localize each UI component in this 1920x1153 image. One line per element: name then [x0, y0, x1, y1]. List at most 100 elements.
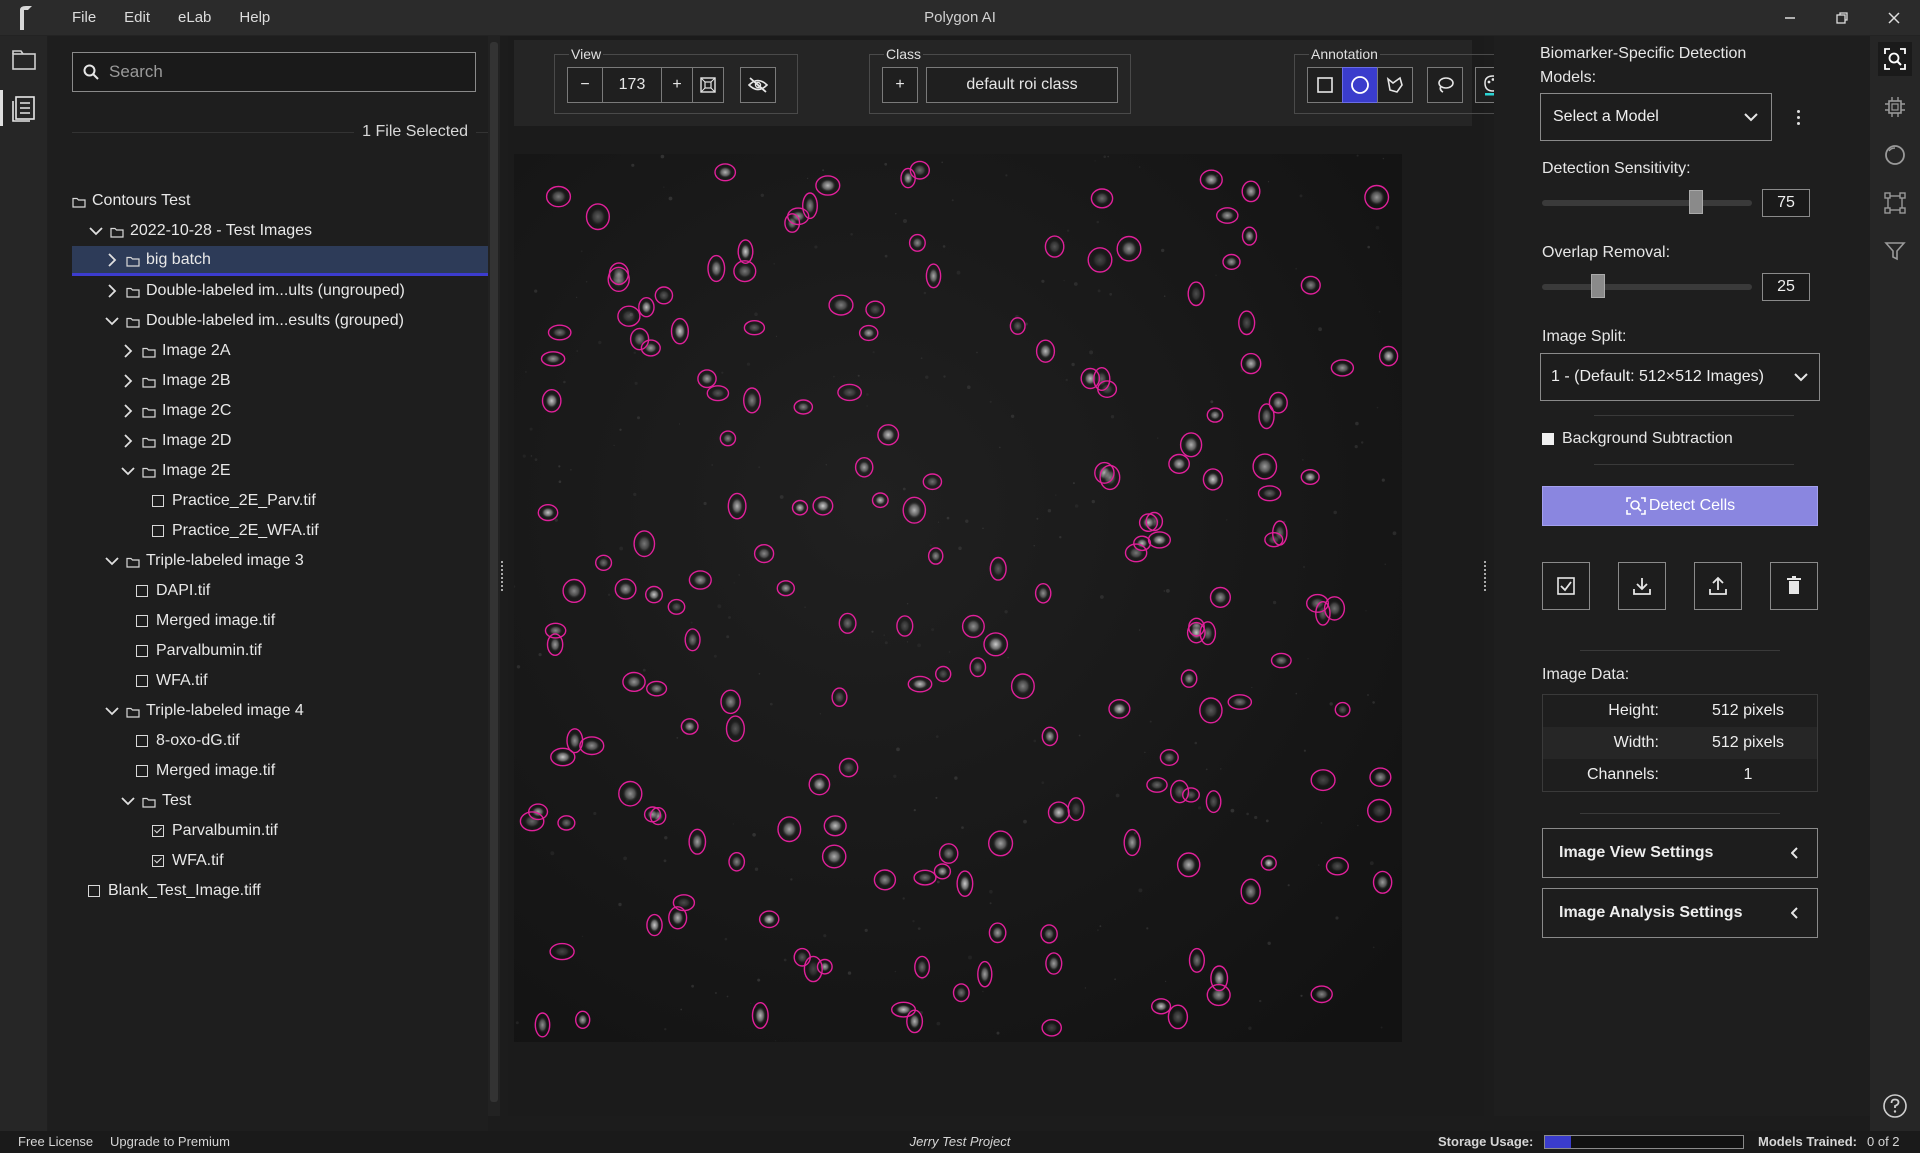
rectangle-tool-button[interactable]	[1307, 67, 1343, 103]
chevron-right-icon[interactable]	[104, 283, 120, 299]
tree-file[interactable]: Practice_2E_Parv.tif	[72, 486, 488, 516]
tree-folder[interactable]: Image 2C	[72, 396, 488, 426]
search-input[interactable]	[109, 62, 475, 82]
overlap-value[interactable]: 25	[1762, 273, 1810, 301]
checkbox-box[interactable]	[1542, 433, 1554, 445]
chevron-down-icon[interactable]	[104, 703, 120, 719]
close-button[interactable]	[1868, 0, 1920, 36]
menu-file[interactable]: File	[72, 0, 114, 36]
tree-folder[interactable]: big batch	[72, 246, 488, 276]
fit-to-screen-button[interactable]	[692, 67, 724, 103]
ellipse-tool-button[interactable]	[1342, 67, 1378, 103]
chevron-right-icon[interactable]	[120, 433, 136, 449]
tree-file[interactable]: Practice_2E_WFA.tif	[72, 516, 488, 546]
help-button[interactable]	[1878, 1089, 1912, 1123]
polygon-tool-button[interactable]	[1377, 67, 1413, 103]
tree-file[interactable]: Parvalbumin.tif	[72, 816, 488, 846]
tree-file[interactable]: Blank_Test_Image.tiff	[72, 876, 488, 906]
select-all-button[interactable]	[1542, 562, 1590, 610]
tree-folder[interactable]: Image 2B	[72, 366, 488, 396]
detect-cells-label: Detect Cells	[1648, 497, 1736, 514]
model-tool-button[interactable]	[1878, 90, 1912, 124]
overlap-slider[interactable]	[1542, 274, 1752, 298]
project-view-button[interactable]	[0, 84, 48, 132]
add-class-button[interactable]: +	[882, 67, 918, 103]
left-splitter[interactable]	[497, 36, 507, 1116]
splitter-grip[interactable]	[501, 561, 503, 591]
tree-file[interactable]: Merged image.tif	[72, 756, 488, 786]
chevron-right-icon[interactable]	[104, 252, 120, 268]
zoom-level-field[interactable]: 173	[602, 67, 662, 103]
minimize-button[interactable]	[1764, 0, 1816, 36]
detect-tool-button[interactable]	[1878, 42, 1912, 76]
chevron-down-icon[interactable]	[104, 553, 120, 569]
class-selector[interactable]: default roi class	[926, 67, 1118, 103]
tree-file[interactable]: WFA.tif	[72, 846, 488, 876]
tree-file[interactable]: WFA.tif	[72, 666, 488, 696]
slider-handle[interactable]	[1689, 190, 1703, 214]
checkbox-checked-icon[interactable]	[152, 855, 164, 867]
filter-tool-button[interactable]	[1878, 234, 1912, 268]
tree-file[interactable]: DAPI.tif	[72, 576, 488, 606]
checkbox-icon[interactable]	[136, 615, 148, 627]
model-select[interactable]: Select a Model	[1540, 93, 1772, 141]
menu-edit[interactable]: Edit	[124, 0, 168, 36]
menu-help[interactable]: Help	[239, 0, 288, 36]
image-analysis-settings-button[interactable]: Image Analysis Settings	[1542, 888, 1818, 938]
transform-tool-button[interactable]	[1878, 186, 1912, 220]
tree-folder[interactable]: Double-labeled im...esults (grouped)	[72, 306, 488, 336]
tree-file[interactable]: Parvalbumin.tif	[72, 636, 488, 666]
image-split-select[interactable]: 1 - (Default: 512×512 Images)	[1540, 353, 1820, 401]
files-view-button[interactable]	[0, 36, 48, 84]
model-options-button[interactable]	[1790, 102, 1806, 132]
download-button[interactable]	[1618, 562, 1666, 610]
viewer-toolbar: View − 173 + Class + default roi class A…	[514, 40, 1526, 126]
upload-button[interactable]	[1694, 562, 1742, 610]
lasso-tool-button[interactable]	[1427, 67, 1463, 103]
chevron-right-icon[interactable]	[120, 343, 136, 359]
tree-folder[interactable]: Image 2D	[72, 426, 488, 456]
tree-folder[interactable]: 2022-10-28 - Test Images	[72, 216, 488, 246]
tree-file[interactable]: Merged image.tif	[72, 606, 488, 636]
tree-folder[interactable]: Test	[72, 786, 488, 816]
chevron-down-icon[interactable]	[104, 313, 120, 329]
chevron-down-icon[interactable]	[120, 793, 136, 809]
checkbox-icon[interactable]	[136, 645, 148, 657]
checkbox-icon[interactable]	[136, 735, 148, 747]
delete-button[interactable]	[1770, 562, 1818, 610]
restore-button[interactable]	[1816, 0, 1868, 36]
menu-elab[interactable]: eLab	[178, 0, 229, 36]
zoom-in-button[interactable]: +	[661, 67, 693, 103]
detect-cells-button[interactable]: Detect Cells	[1542, 486, 1818, 526]
tree-folder[interactable]: Triple-labeled image 4	[72, 696, 488, 726]
sensitivity-slider[interactable]	[1542, 190, 1752, 214]
tree-folder[interactable]: Image 2A	[72, 336, 488, 366]
checkbox-icon[interactable]	[136, 585, 148, 597]
tree-folder[interactable]: Contours Test	[72, 186, 488, 216]
splitter-grip[interactable]	[1484, 561, 1486, 591]
zoom-out-button[interactable]: −	[567, 67, 603, 103]
slider-handle[interactable]	[1591, 274, 1605, 298]
checkbox-checked-icon[interactable]	[152, 825, 164, 837]
right-splitter[interactable]	[1480, 36, 1490, 1116]
tree-folder[interactable]: Triple-labeled image 3	[72, 546, 488, 576]
checkbox-icon[interactable]	[136, 675, 148, 687]
chevron-down-icon[interactable]	[120, 463, 136, 479]
microscopy-image[interactable]	[514, 154, 1402, 1042]
checkbox-icon[interactable]	[136, 765, 148, 777]
chevron-right-icon[interactable]	[120, 403, 136, 419]
chevron-down-icon[interactable]	[88, 223, 104, 239]
background-subtraction-checkbox[interactable]: Background Subtraction	[1542, 430, 1733, 448]
checkbox-icon[interactable]	[88, 885, 100, 897]
tree-folder[interactable]: Double-labeled im...ults (ungrouped)	[72, 276, 488, 306]
tree-file[interactable]: 8-oxo-dG.tif	[72, 726, 488, 756]
tree-folder[interactable]: Image 2E	[72, 456, 488, 486]
ellipse-panel-button[interactable]	[1878, 138, 1912, 172]
hide-annotations-button[interactable]	[740, 67, 776, 103]
checkbox-icon[interactable]	[152, 495, 164, 507]
image-canvas[interactable]	[514, 154, 1402, 1042]
chevron-right-icon[interactable]	[120, 373, 136, 389]
sensitivity-value[interactable]: 75	[1762, 189, 1810, 217]
checkbox-icon[interactable]	[152, 525, 164, 537]
image-view-settings-button[interactable]: Image View Settings	[1542, 828, 1818, 878]
